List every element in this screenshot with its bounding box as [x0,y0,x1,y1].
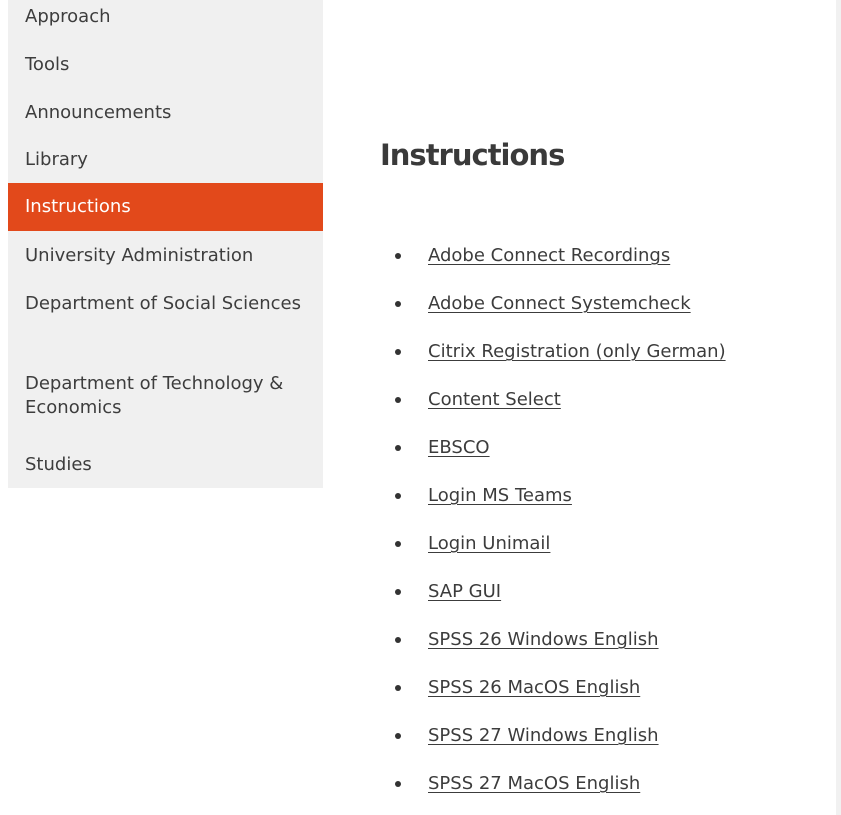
list-item: EBSCO [380,434,830,462]
sidebar-item-instructions[interactable]: Instructions [8,183,323,231]
bullet-icon [395,253,401,259]
link-adobe-connect-systemcheck[interactable]: Adobe Connect Systemcheck [428,290,691,318]
sidebar-item-library[interactable]: Library [8,148,323,172]
bullet-icon [395,637,401,643]
page-title: Instructions [380,138,565,172]
link-ebsco[interactable]: EBSCO [428,434,490,462]
list-item: Adobe Connect Systemcheck [380,290,830,318]
sidebar-item-label: Instructions [25,196,131,217]
sidebar-item-tools[interactable]: Tools [8,53,323,77]
bullet-icon [395,493,401,499]
list-item: SPSS 26 MacOS English [380,674,830,702]
sidebar-item-label: University Administration [25,245,254,266]
list-item: Login MS Teams [380,482,830,510]
sidebar-item-label: Department of Technology & Economics [25,373,284,418]
list-item: SPSS 27 MacOS English [380,770,830,798]
link-sap-gui[interactable]: SAP GUI [428,578,501,606]
bullet-icon [395,589,401,595]
sidebar-item-label: Department of Social Sciences [25,293,301,314]
link-adobe-connect-recordings[interactable]: Adobe Connect Recordings [428,242,670,270]
list-item: Citrix Registration (only German) [380,338,830,366]
bullet-icon [395,733,401,739]
list-item: Adobe Connect Recordings [380,242,830,270]
list-item: Content Select [380,386,830,414]
link-spss-27-windows-english[interactable]: SPSS 27 Windows English [428,722,659,750]
link-spss-26-windows-english[interactable]: SPSS 26 Windows English [428,626,659,654]
list-item: Login Unimail [380,530,830,558]
list-item: SPSS 27 Windows English [380,722,830,750]
bullet-icon [395,301,401,307]
sidebar-item-label: Library [25,149,88,170]
sidebar-item-department-social-sciences[interactable]: Department of Social Sciences [8,292,323,316]
bullet-icon [395,685,401,691]
sidebar-item-university-administration[interactable]: University Administration [8,244,323,268]
link-login-ms-teams[interactable]: Login MS Teams [428,482,572,510]
sidebar-item-label: Approach [25,6,111,27]
bullet-icon [395,397,401,403]
sidebar-item-label: Tools [25,54,70,75]
bullet-icon [395,349,401,355]
bullet-icon [395,445,401,451]
bullet-icon [395,781,401,787]
sidebar-item-approach[interactable]: Approach [8,5,323,29]
link-citrix-registration[interactable]: Citrix Registration (only German) [428,338,726,366]
link-content-select[interactable]: Content Select [428,386,561,414]
sidebar-item-department-technology-economics[interactable]: Department of Technology & Economics [8,372,323,420]
list-item: SPSS 26 Windows English [380,626,830,654]
list-item: SAP GUI [380,578,830,606]
link-spss-26-macos-english[interactable]: SPSS 26 MacOS English [428,674,640,702]
link-spss-27-macos-english[interactable]: SPSS 27 MacOS English [428,770,640,798]
page: Approach Tools Announcements Library Ins… [0,0,836,815]
sidebar-nav: Approach Tools Announcements Library Ins… [8,0,323,488]
sidebar-item-announcements[interactable]: Announcements [8,101,323,125]
sidebar-item-label: Announcements [25,102,172,123]
sidebar-item-label: Studies [25,454,92,475]
bullet-icon [395,541,401,547]
link-login-unimail[interactable]: Login Unimail [428,530,550,558]
sidebar-item-studies[interactable]: Studies [8,453,323,477]
